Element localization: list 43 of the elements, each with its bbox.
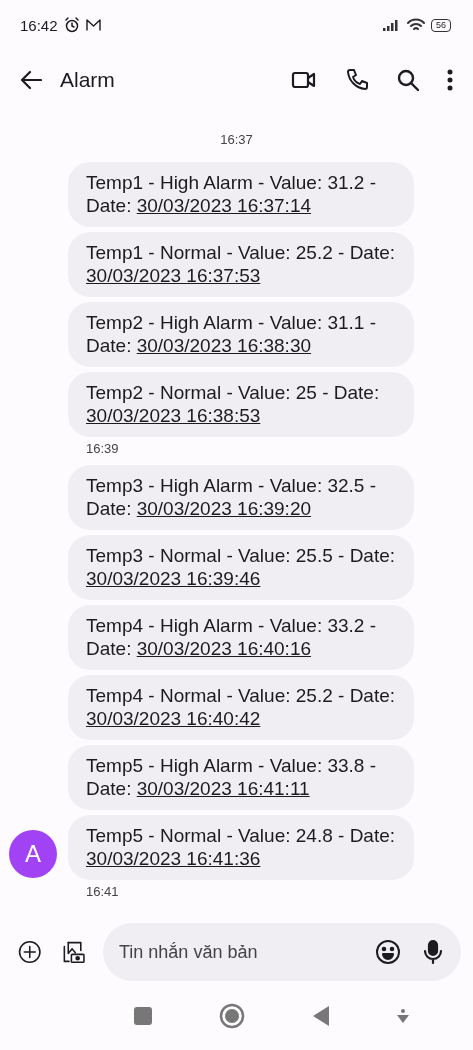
message-bubble[interactable]: Temp4 - High Alarm - Value: 33.2 - Date: 30/03/2023 16:40:16 (68, 605, 414, 670)
contact-avatar[interactable]: A (9, 830, 57, 878)
date-link[interactable]: 30/03/2023 16:40:42 (86, 708, 261, 729)
date-link[interactable]: 30/03/2023 16:39:20 (136, 498, 312, 519)
wifi-icon (407, 18, 425, 32)
clock-time: 16:42 (20, 16, 58, 34)
date-link[interactable]: 30/03/2023 16:38:53 (86, 405, 261, 426)
alarm-clock-icon (63, 17, 80, 33)
message-bubble[interactable]: Temp1 - Normal - Value: 25.2 - Date: 30/03/2023 16:37:53 (68, 232, 414, 297)
date-link[interactable]: 30/03/2023 16:37:14 (136, 195, 312, 216)
home-icon[interactable] (218, 1003, 245, 1029)
collapse-icon[interactable] (397, 1009, 410, 1023)
message-bubble[interactable]: Temp2 - Normal - Value: 25 - Date: 30/03/2023 16:38:53 (68, 372, 414, 437)
conversation-title: Alarm (60, 68, 116, 92)
mail-icon (85, 19, 101, 31)
message-bubble[interactable]: Temp3 - High Alarm - Value: 32.5 - Date: 30/03/2023 16:39:20 (68, 465, 414, 530)
video-call-icon[interactable] (291, 70, 317, 90)
more-options-icon[interactable] (447, 69, 453, 91)
back-arrow-icon[interactable] (20, 70, 42, 90)
date-divider: 16:37 (220, 132, 253, 147)
emoji-icon[interactable] (375, 939, 401, 965)
date-link[interactable]: 30/03/2023 16:41:36 (86, 848, 261, 869)
message-time: 16:39 (86, 441, 120, 456)
message-bubble[interactable]: Temp5 - High Alarm - Value: 33.8 - Date: 30/03/2023 16:41:11 (68, 745, 414, 810)
message-bubble[interactable]: Temp5 - Normal - Value: 24.8 - Date: 30/03/2023 16:41:36 (68, 815, 414, 880)
message-bubble[interactable]: Temp1 - High Alarm - Value: 31.2 - Date: 30/03/2023 16:37:14 (68, 162, 414, 227)
date-link[interactable]: 30/03/2023 16:41:11 (136, 778, 310, 799)
date-link[interactable]: 30/03/2023 16:38:30 (136, 335, 312, 356)
recents-icon[interactable] (133, 1007, 152, 1025)
signal-icon (383, 19, 401, 31)
search-icon[interactable] (397, 69, 419, 91)
date-link[interactable]: 30/03/2023 16:39:46 (86, 568, 261, 589)
message-bubble[interactable]: Temp4 - Normal - Value: 25.2 - Date: 30/03/2023 16:40:42 (68, 675, 414, 740)
battery-level: 56 (431, 18, 451, 32)
message-bubble[interactable]: Temp2 - High Alarm - Value: 31.1 - Date: 30/03/2023 16:38:30 (68, 302, 414, 367)
date-link[interactable]: 30/03/2023 16:40:16 (136, 638, 312, 659)
date-link[interactable]: 30/03/2023 16:37:53 (86, 265, 261, 286)
message-bubble[interactable]: Temp3 - Normal - Value: 25.5 - Date: 30/03/2023 16:39:46 (68, 535, 414, 600)
message-time: 16:41 (86, 884, 120, 899)
back-icon[interactable] (312, 1005, 331, 1027)
phone-icon[interactable] (345, 68, 369, 92)
microphone-icon[interactable] (423, 939, 443, 965)
message-input-field[interactable]: Tin nhắn văn bản (103, 923, 461, 981)
